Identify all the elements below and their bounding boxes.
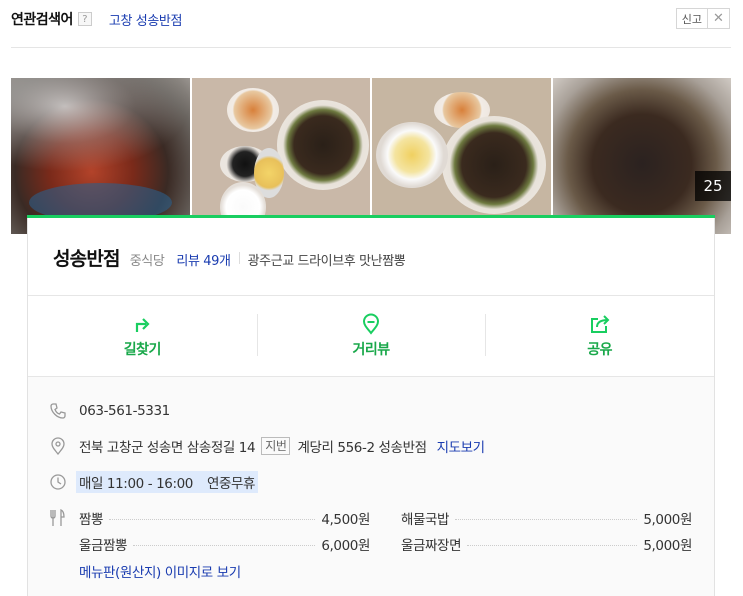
leader-dots [467,545,638,546]
streetview-icon [362,313,380,335]
streetview-label: 거리뷰 [352,342,390,358]
menu-item: 해물국밥 5,000원 [401,508,692,534]
clock-icon [48,472,68,492]
divider [11,47,731,48]
directions-icon [136,318,150,332]
report-button[interactable]: 신고 [675,8,708,29]
menu-column-right: 해물국밥 5,000원 울금짜장면 5,000원 [401,508,692,560]
share-button[interactable]: 공유 [485,296,714,376]
streetview-button[interactable]: 거리뷰 [256,296,486,376]
place-description: 광주근교 드라이브후 맛난짬뽕 [247,254,406,269]
directions-button[interactable]: 길찾기 [28,296,257,376]
menu-item: 짬뽕 4,500원 [79,508,370,534]
photo-2[interactable] [191,78,370,234]
place-name[interactable]: 성송반점 [53,244,121,271]
photo-3[interactable] [372,78,551,234]
hours-text: 매일 11:00 - 16:00 [79,476,193,492]
related-search-bar: 연관검색어 ? 고창 성송반점 신고 ✕ [11,8,731,30]
jibun-address: 계당리 556-2 성송반점 [297,440,427,456]
accent-bar [27,215,715,218]
menu-item-name: 울금짜장면 [401,538,462,554]
related-keyword-link[interactable]: 고창 성송반점 [109,10,182,29]
fork-knife-icon [50,509,65,526]
leader-dots [133,545,316,546]
menu-item: 울금짜장면 5,000원 [401,534,692,560]
map-view-link[interactable]: 지도보기 [437,436,485,456]
topbar-controls: 신고 ✕ [675,8,730,29]
photo-count-badge[interactable]: 25 [695,171,731,201]
place-info-panel: 063-561-5331 전북 고창군 성송면 삼송정길 14 지번 계당리 5… [28,376,714,596]
place-card: 성송반점 중식당 리뷰 49개 광주근교 드라이브후 맛난짬뽕 길찾기 거리뷰 [27,215,715,596]
action-bar: 길찾기 거리뷰 공유 [28,296,714,376]
location-pin-icon [48,436,68,456]
help-icon[interactable]: ? [77,12,92,26]
place-category: 중식당 [129,254,165,269]
menu-item-name: 울금짬뽕 [79,538,128,554]
menu-item: 울금짬뽕 6,000원 [79,534,370,560]
share-icon [590,315,610,333]
menu-column-left: 짬뽕 4,500원 울금짬뽕 6,000원 [79,508,370,560]
menu-item-price: 6,000원 [321,538,370,554]
menu-item-price: 5,000원 [643,512,692,528]
related-search-title: 연관검색어 [11,12,73,28]
photo-strip[interactable]: 25 [11,78,731,234]
photo-1[interactable] [11,78,190,234]
separator [238,251,240,264]
road-address: 전북 고창군 성송면 삼송정길 14 [79,440,256,456]
phone-number[interactable]: 063-561-5331 [79,403,170,419]
address-row: 전북 고창군 성송면 삼송정길 14 지번 계당리 556-2 성송반점 지도보… [48,436,485,456]
leader-dots [455,519,638,520]
leader-dots [109,519,316,520]
jibun-tag: 지번 [261,437,291,455]
photo-4[interactable]: 25 [552,78,731,234]
review-count-link[interactable]: 리뷰 49개 [176,250,231,269]
menu-image-link[interactable]: 메뉴판(원산지) 이미지로 보기 [79,561,241,581]
place-header: 성송반점 중식당 리뷰 49개 광주근교 드라이브후 맛난짬뽕 [53,244,406,271]
menu-item-price: 4,500원 [321,512,370,528]
menu-item-name: 짬뽕 [79,512,104,528]
phone-icon [48,401,68,421]
hours-row: 매일 11:00 - 16:00 연중무휴 [48,471,259,493]
menu-item-price: 5,000원 [643,538,692,554]
menu-item-name: 해물국밥 [401,512,450,528]
phone-row: 063-561-5331 [48,401,170,421]
directions-label: 길찾기 [123,342,162,358]
share-label: 공유 [587,342,613,358]
holiday-text: 연중무휴 [207,476,256,492]
close-icon[interactable]: ✕ [708,8,730,29]
business-hours: 매일 11:00 - 16:00 연중무휴 [76,471,259,493]
